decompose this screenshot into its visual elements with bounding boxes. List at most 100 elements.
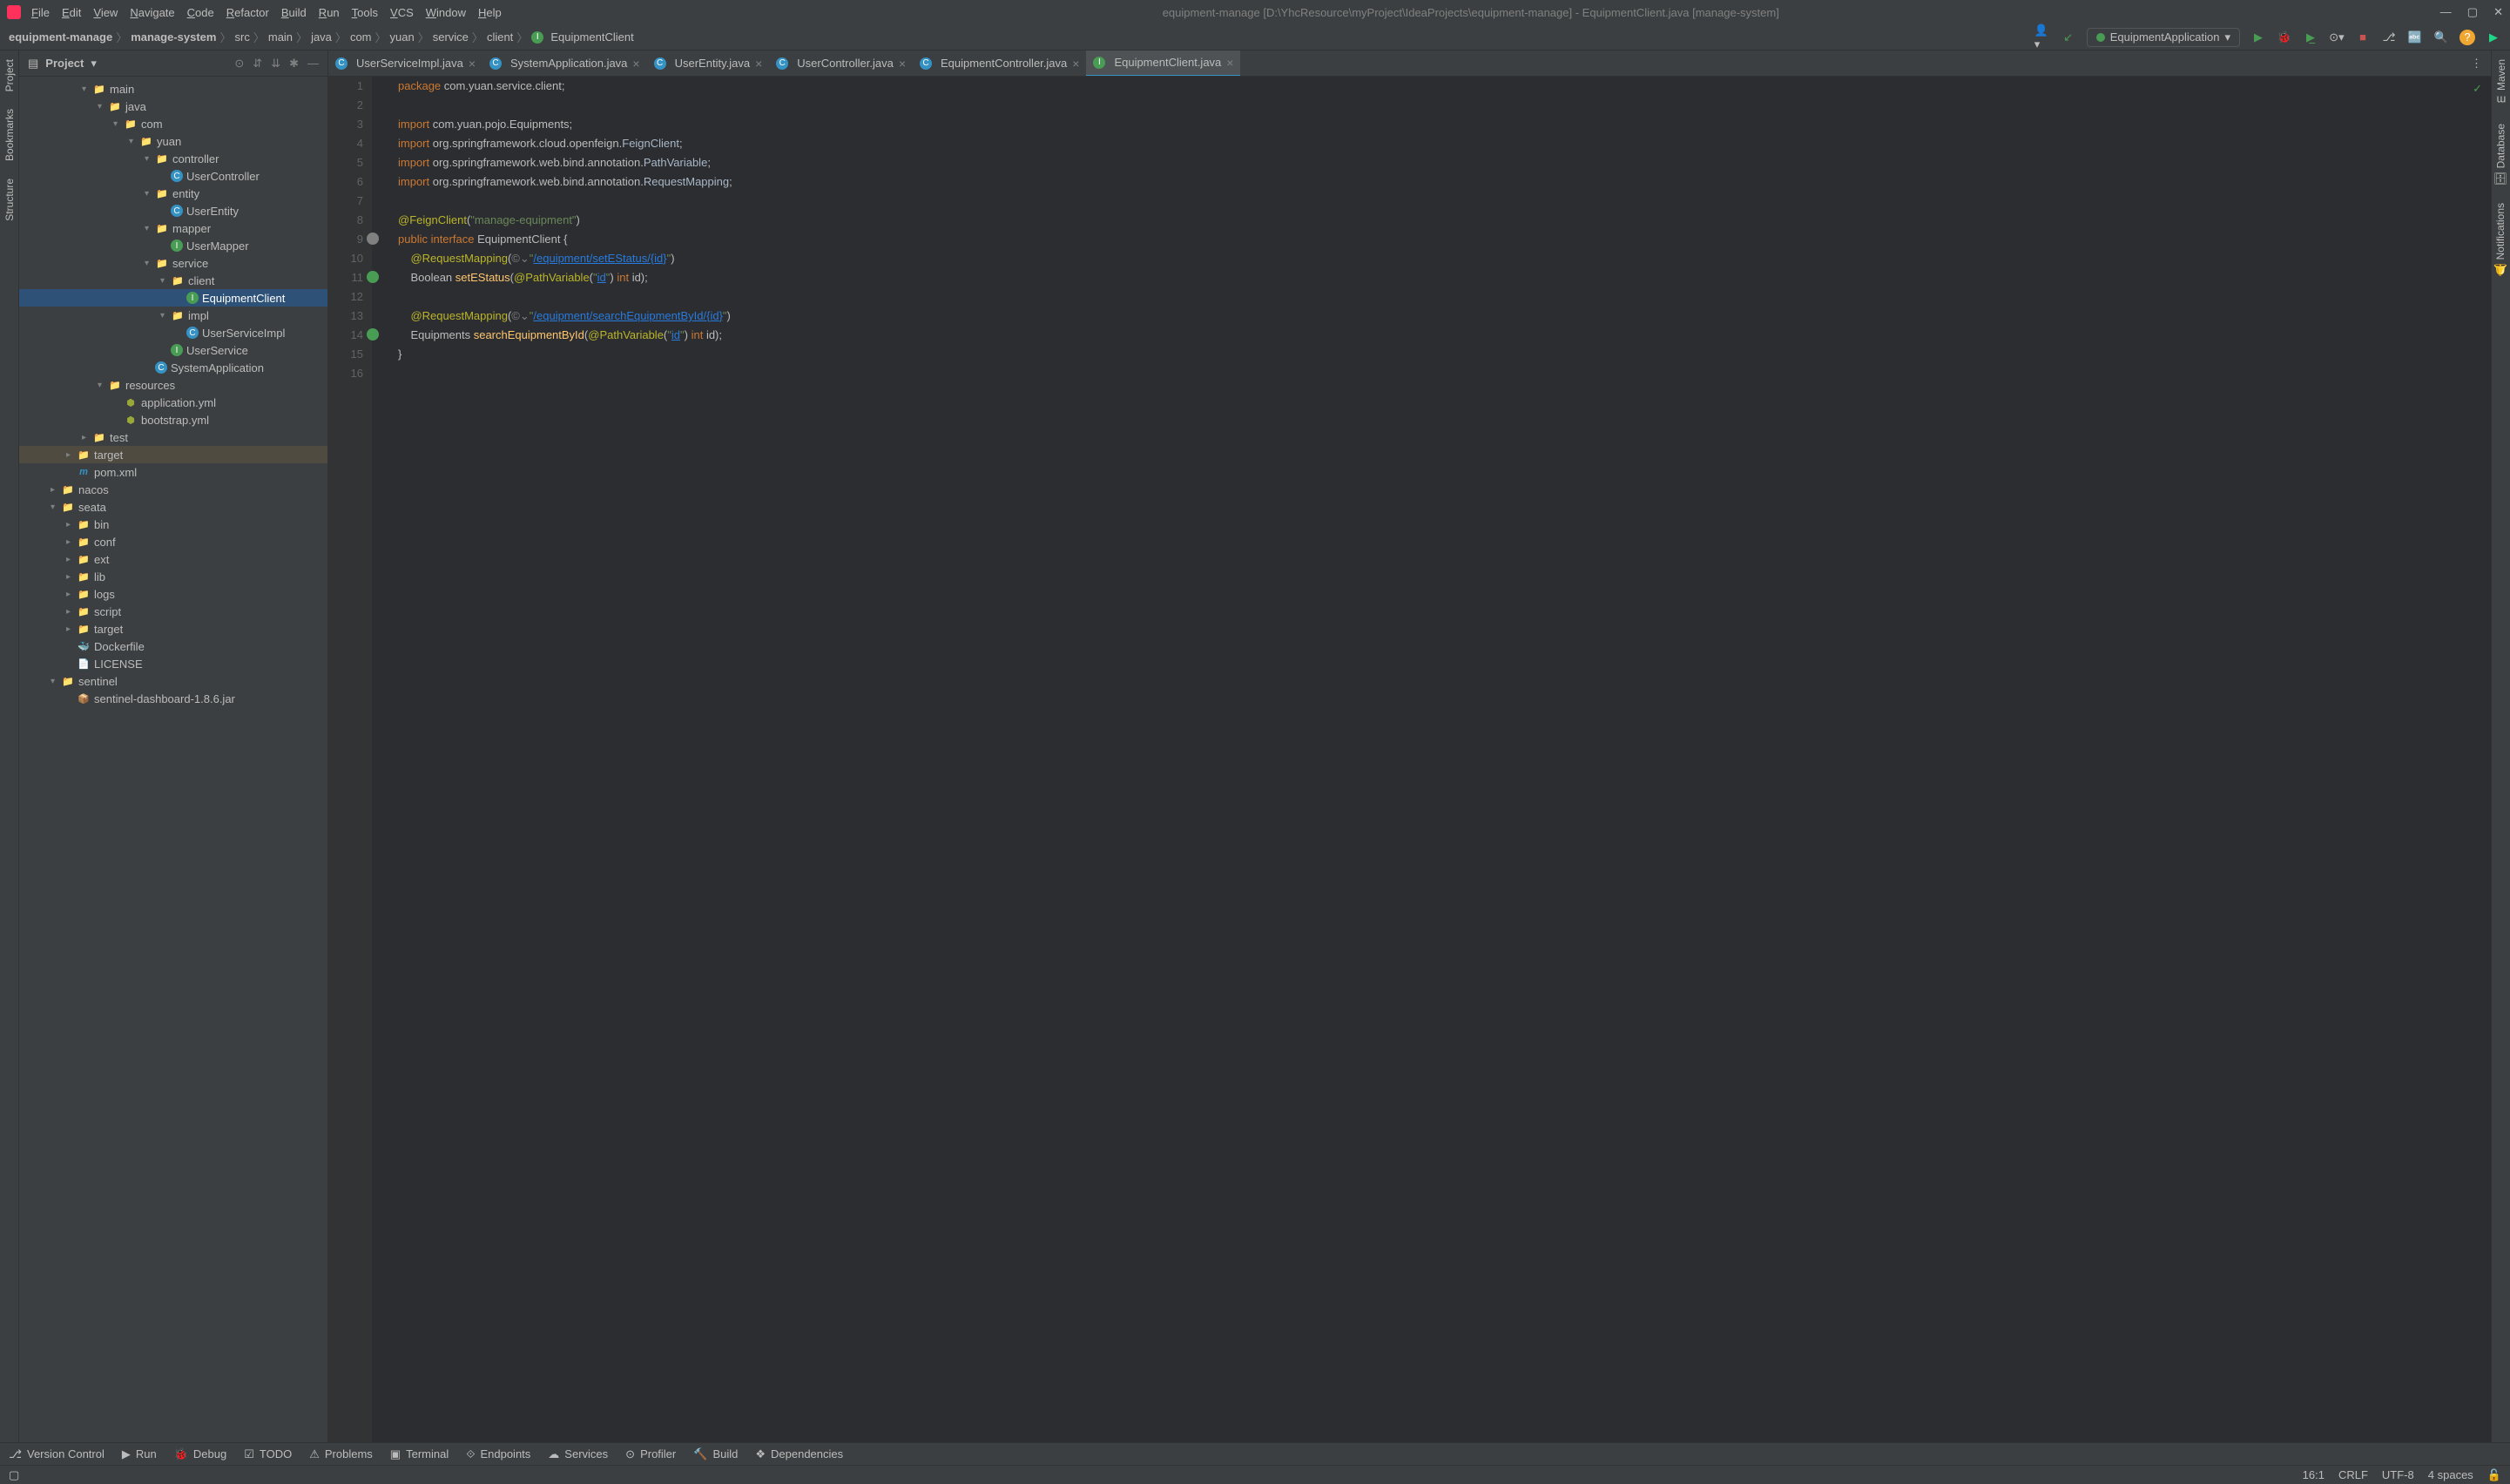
tree-item-bin[interactable]: ▸📁bin (19, 516, 327, 533)
tree-item-logs[interactable]: ▸📁logs (19, 585, 327, 603)
tree-item-usermapper[interactable]: IUserMapper (19, 237, 327, 254)
tool-notifications[interactable]: 🔔 Notifications (2493, 203, 2507, 277)
avatar-icon[interactable]: ? (2459, 30, 2475, 45)
profiler-button[interactable]: ⊙▾ (2329, 30, 2345, 45)
tree-item-nacos[interactable]: ▸📁nacos (19, 481, 327, 498)
hide-icon[interactable]: — (307, 57, 319, 71)
tab-usercontroller[interactable]: CUserController.java× (769, 51, 913, 77)
tool-database[interactable]: 🗄 Database (2493, 124, 2508, 186)
indent[interactable]: 4 spaces (2428, 1468, 2473, 1482)
tool-project[interactable]: Project (3, 59, 16, 91)
ide-icon[interactable]: ▶ (2486, 30, 2501, 45)
tree-item-service[interactable]: ▾📁service (19, 254, 327, 272)
tree-item-equipmentclient[interactable]: IEquipmentClient (19, 289, 327, 307)
debug-button[interactable]: 🐞 (2277, 30, 2292, 45)
bottom-debug[interactable]: 🐞Debug (174, 1447, 227, 1461)
tree-item-main[interactable]: ▾📁main (19, 80, 327, 98)
tree-item-script[interactable]: ▸📁script (19, 603, 327, 620)
bottom-services[interactable]: ☁Services (548, 1447, 608, 1461)
tree-item-test[interactable]: ▸📁test (19, 428, 327, 446)
tree-item-seata[interactable]: ▾📁seata (19, 498, 327, 516)
tab-close-icon[interactable]: × (899, 57, 906, 71)
menu-code[interactable]: Code (187, 6, 214, 19)
tree-item-userservice[interactable]: IUserService (19, 341, 327, 359)
stop-button[interactable]: ■ (2355, 30, 2371, 45)
breadcrumb-item[interactable]: main (268, 30, 293, 44)
close-button[interactable]: ✕ (2493, 5, 2503, 19)
tree-item-controller[interactable]: ▾📁controller (19, 150, 327, 167)
bottom-terminal[interactable]: ▣Terminal (390, 1447, 449, 1461)
menu-refactor[interactable]: Refactor (226, 6, 269, 19)
tab-equipmentcontroller[interactable]: CEquipmentController.java× (913, 51, 1086, 77)
tool-maven[interactable]: m Maven (2495, 59, 2507, 106)
bottom-todo[interactable]: ☑TODO (244, 1447, 292, 1461)
project-tree[interactable]: ▾📁main▾📁java▾📁com▾📁yuan▾📁controller CUser… (19, 77, 327, 1442)
tree-item-yuan[interactable]: ▾📁yuan (19, 132, 327, 150)
line-separator[interactable]: CRLF (2338, 1468, 2368, 1482)
tabs-more-icon[interactable]: ⋮ (2462, 57, 2491, 71)
git-button[interactable]: ⎇ (2381, 30, 2397, 45)
select-opened-icon[interactable]: ⊙ (234, 57, 244, 71)
tree-item-application.yml[interactable]: ⬢application.yml (19, 394, 327, 411)
tree-item-lib[interactable]: ▸📁lib (19, 568, 327, 585)
menu-window[interactable]: Window (426, 6, 466, 19)
breadcrumb-item[interactable]: equipment-manage (9, 30, 112, 44)
tree-item-impl[interactable]: ▾📁impl (19, 307, 327, 324)
breadcrumb-item[interactable]: manage-system (131, 30, 216, 44)
menu-file[interactable]: File (31, 6, 50, 19)
breadcrumb-item[interactable]: com (350, 30, 372, 44)
translate-icon[interactable]: 🔤 (2407, 30, 2423, 45)
tree-item-dockerfile[interactable]: 🐳Dockerfile (19, 637, 327, 655)
maximize-button[interactable]: ▢ (2467, 5, 2478, 19)
tab-close-icon[interactable]: × (469, 57, 476, 71)
tool-bookmarks[interactable]: Bookmarks (3, 109, 16, 161)
tree-item-userserviceimpl[interactable]: CUserServiceImpl (19, 324, 327, 341)
bottom-build[interactable]: 🔨Build (693, 1447, 738, 1461)
tree-item-client[interactable]: ▾📁client (19, 272, 327, 289)
menu-tools[interactable]: Tools (352, 6, 378, 19)
tree-item-sentinel[interactable]: ▾📁sentinel (19, 672, 327, 690)
menu-view[interactable]: View (93, 6, 118, 19)
dropdown-icon[interactable]: ▾ (91, 57, 97, 71)
code-content[interactable]: package com.yuan.service.client;import c… (372, 77, 2491, 1442)
coverage-button[interactable]: ▶̲ (2303, 30, 2318, 45)
inspection-ok-icon[interactable]: ✓ (2473, 82, 2482, 96)
tree-item-java[interactable]: ▾📁java (19, 98, 327, 115)
tree-item-license[interactable]: 📄LICENSE (19, 655, 327, 672)
bottom-problems[interactable]: ⚠Problems (309, 1447, 373, 1461)
tab-userserviceimpl[interactable]: CUserServiceImpl.java× (328, 51, 482, 77)
status-icon[interactable]: ▢ (9, 1468, 19, 1482)
breadcrumb-item[interactable]: EquipmentClient (550, 30, 633, 44)
tab-close-icon[interactable]: × (1226, 56, 1233, 70)
tree-item-ext[interactable]: ▸📁ext (19, 550, 327, 568)
expand-icon[interactable]: ⇵ (253, 57, 262, 71)
bottom-endpoints[interactable]: ⟐Endpoints (466, 1447, 530, 1461)
tab-close-icon[interactable]: × (632, 57, 639, 71)
menu-help[interactable]: Help (478, 6, 502, 19)
tree-item-bootstrap.yml[interactable]: ⬢bootstrap.yml (19, 411, 327, 428)
minimize-button[interactable]: — (2440, 5, 2452, 19)
menu-run[interactable]: Run (319, 6, 340, 19)
tree-item-target[interactable]: ▸📁target (19, 620, 327, 637)
menu-navigate[interactable]: Navigate (130, 6, 174, 19)
collapse-icon[interactable]: ⇊ (271, 57, 280, 71)
menu-vcs[interactable]: VCS (390, 6, 414, 19)
editor-body[interactable]: 12345678910111213141516 package com.yuan… (328, 77, 2491, 1442)
tab-userentity[interactable]: CUserEntity.java× (647, 51, 770, 77)
tree-item-conf[interactable]: ▸📁conf (19, 533, 327, 550)
tree-item-resources[interactable]: ▾📁resources (19, 376, 327, 394)
tree-item-userentity[interactable]: CUserEntity (19, 202, 327, 219)
encoding[interactable]: UTF-8 (2382, 1468, 2414, 1482)
menu-build[interactable]: Build (281, 6, 307, 19)
back-icon[interactable]: ↙ (2061, 30, 2076, 45)
tree-item-mapper[interactable]: ▾📁mapper (19, 219, 327, 237)
menu-edit[interactable]: Edit (62, 6, 81, 19)
tree-item-target[interactable]: ▸📁target (19, 446, 327, 463)
bottom-profiler[interactable]: ⊙Profiler (625, 1447, 676, 1461)
breadcrumb-item[interactable]: client (487, 30, 513, 44)
cursor-position[interactable]: 16:1 (2303, 1468, 2324, 1482)
breadcrumb-item[interactable]: src (235, 30, 250, 44)
tree-item-com[interactable]: ▾📁com (19, 115, 327, 132)
add-user-icon[interactable]: 👤▾ (2034, 30, 2050, 45)
run-configuration[interactable]: EquipmentApplication ▾ (2087, 28, 2240, 47)
